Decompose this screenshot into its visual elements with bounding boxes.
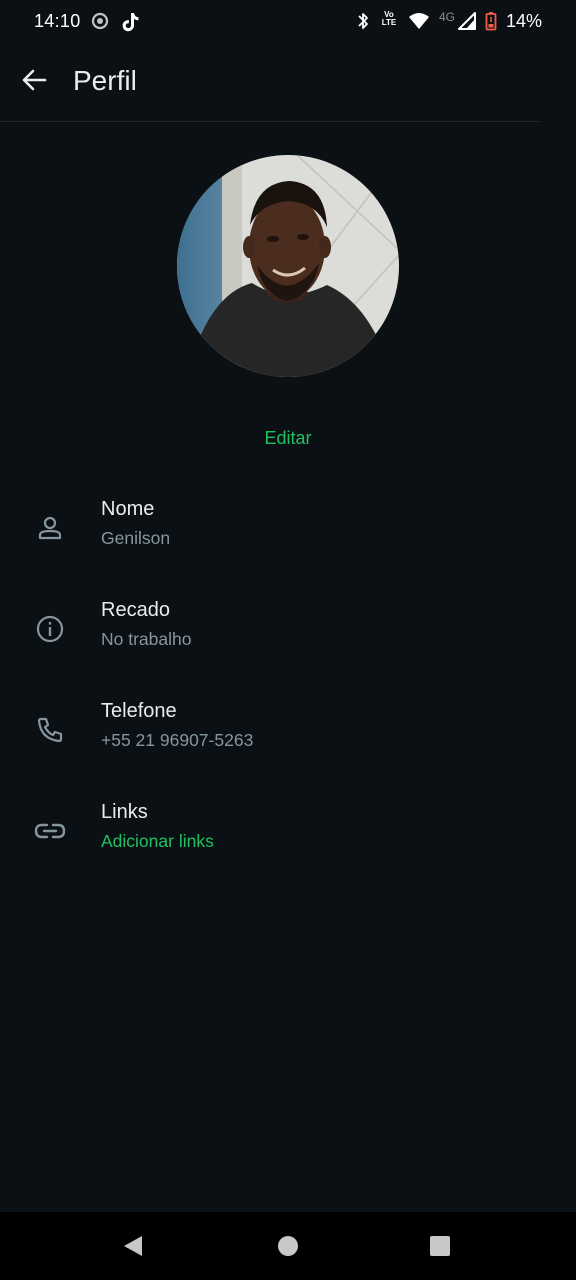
arrow-left-icon — [21, 68, 47, 97]
profile-photo[interactable] — [177, 155, 399, 377]
volte-bottom-text: LTE — [381, 18, 397, 27]
link-icon — [34, 815, 66, 847]
battery-percent: 14% — [505, 10, 542, 31]
bluetooth-icon — [356, 11, 370, 31]
back-triangle-icon[interactable] — [121, 1234, 145, 1258]
add-links-link[interactable]: Adicionar links — [101, 831, 214, 852]
field-label: Links — [101, 801, 148, 823]
edit-photo-link[interactable]: Editar — [0, 428, 576, 449]
info-icon — [34, 613, 66, 645]
field-value: Genilson — [101, 528, 171, 548]
field-row-links[interactable]: Links Adicionar links — [0, 793, 576, 873]
profile-screen: 14:10 Vo LTE 4G 14% Perfil Editar Nome G… — [0, 0, 576, 1280]
field-label: Telefone — [101, 700, 177, 722]
battery-icon — [485, 11, 497, 31]
volte-icon: Vo LTE — [379, 11, 399, 31]
field-row-phone[interactable]: Telefone +55 21 96907-5263 — [0, 692, 576, 772]
app-bar: Perfil — [0, 44, 540, 122]
person-icon — [34, 512, 66, 544]
field-row-name[interactable]: Nome Genilson — [0, 490, 576, 570]
network-type: 4G — [438, 10, 455, 24]
page-title: Perfil — [73, 65, 137, 96]
field-row-status[interactable]: Recado No trabalho — [0, 591, 576, 671]
field-label: Recado — [101, 599, 170, 621]
camera-dot-icon — [90, 11, 110, 31]
field-label: Nome — [101, 498, 155, 520]
system-nav-bar — [0, 1212, 576, 1280]
home-circle-icon[interactable] — [276, 1234, 300, 1258]
status-bar: 14:10 Vo LTE 4G 14% — [0, 0, 576, 44]
status-time: 14:10 — [34, 11, 81, 31]
field-value: No trabalho — [101, 629, 192, 649]
field-value: +55 21 96907-5263 — [101, 730, 254, 750]
wifi-icon — [408, 11, 430, 31]
back-button[interactable] — [14, 62, 54, 102]
recents-square-icon[interactable] — [428, 1234, 452, 1258]
status-icons: Vo LTE 4G 14% — [356, 10, 542, 32]
phone-icon — [34, 714, 66, 746]
tiktok-icon — [120, 11, 140, 32]
signal-icon — [457, 11, 476, 31]
